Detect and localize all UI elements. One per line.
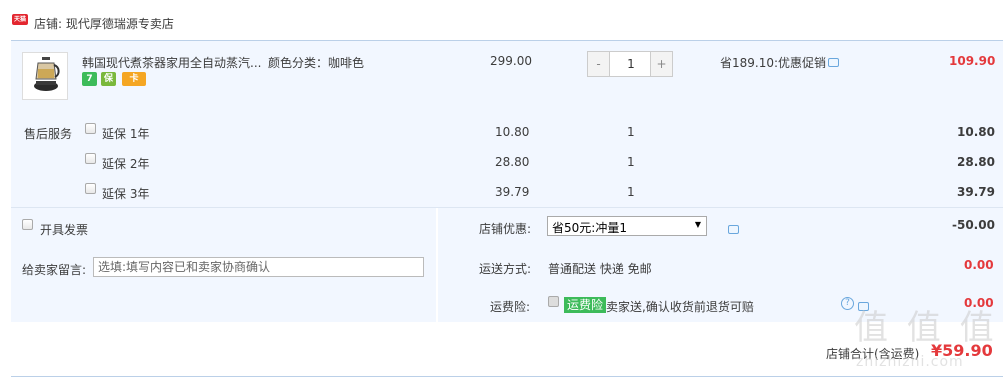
watermark-url: zhizhizhi.com [856,354,964,370]
chat-icon[interactable] [828,58,839,67]
discount-info: 省189.10:优惠促销 [720,56,827,70]
chevron-down-icon: ▼ [694,220,701,229]
kettle-image-icon [34,57,60,91]
warranty-2yr-total: 28.80 [957,155,995,169]
coupon-label: 店铺优惠: [479,222,532,236]
warranty-1yr-qty: 1 [627,125,635,139]
product-thumbnail[interactable] [22,52,68,100]
warranty-1yr-label: 延保 1年 [102,127,150,141]
shipping-amount: 0.00 [964,258,994,272]
invoice-checkbox[interactable] [22,219,33,230]
warranty-1yr-price: 10.80 [495,125,530,139]
divider [11,207,1003,208]
quantity-stepper[interactable]: - 1 + [587,51,673,77]
coupon-selected-value: 省50元:冲量1 [552,221,627,235]
guarantee-icon[interactable]: 保 [101,72,116,86]
warranty-3yr-price: 39.79 [495,185,530,199]
tmall-logo-icon: 天猫 [12,14,28,25]
warranty-3yr-label: 延保 3年 [102,187,150,201]
coupon-select[interactable]: 省50元:冲量1 ▼ [547,216,707,236]
seven-day-return-icon[interactable]: 7 [82,72,97,86]
warranty-2yr-qty: 1 [627,155,635,169]
insurance-checkbox[interactable] [548,296,559,307]
warranty-3yr-qty: 1 [627,185,635,199]
chat-icon[interactable] [727,225,739,234]
quantity-decrease-button[interactable]: - [588,52,610,76]
warranty-1yr-total: 10.80 [957,125,995,139]
credit-card-icon[interactable]: 卡 [122,72,146,86]
product-attribute: 颜色分类：咖啡色 [268,56,365,70]
warranty-2yr-label: 延保 2年 [102,157,150,171]
insurance-tag: 运费险 [564,297,607,313]
quantity-input[interactable]: 1 [611,52,651,76]
unit-price: 299.00 [490,54,532,68]
watermark-brand: 值 值 值 [854,308,998,348]
message-input[interactable]: 选填:填写内容已和卖家协商确认 [93,257,424,277]
warranty-2yr-price: 28.80 [495,155,530,169]
shop-name-link[interactable]: 店铺: 现代厚德瑞源专卖店 [34,15,174,32]
shipping-label: 运送方式: [479,262,532,276]
watermark-logo: 值 值 值 zhizhizhi.com [842,296,1003,379]
warranty-3yr-total: 39.79 [957,185,995,199]
shipping-method: 普通配送 快递 免邮 [548,262,652,276]
coupon-amount: -50.00 [952,218,995,232]
service-label: 售后服务 [24,127,73,141]
warranty-2yr-checkbox[interactable] [85,153,96,164]
insurance-label: 运费险: [490,300,531,314]
item-subtotal: 109.90 [949,54,996,68]
insurance-description: 卖家送,确认收货前退货可赔 [606,300,754,314]
message-label: 给卖家留言: [22,263,87,277]
warranty-3yr-checkbox[interactable] [85,183,96,194]
invoice-label: 开具发票 [40,223,89,237]
warranty-1yr-checkbox[interactable] [85,123,96,134]
quantity-increase-button[interactable]: + [650,52,672,76]
product-title-link[interactable]: 韩国现代煮茶器家用全自动蒸汽... [82,54,261,71]
